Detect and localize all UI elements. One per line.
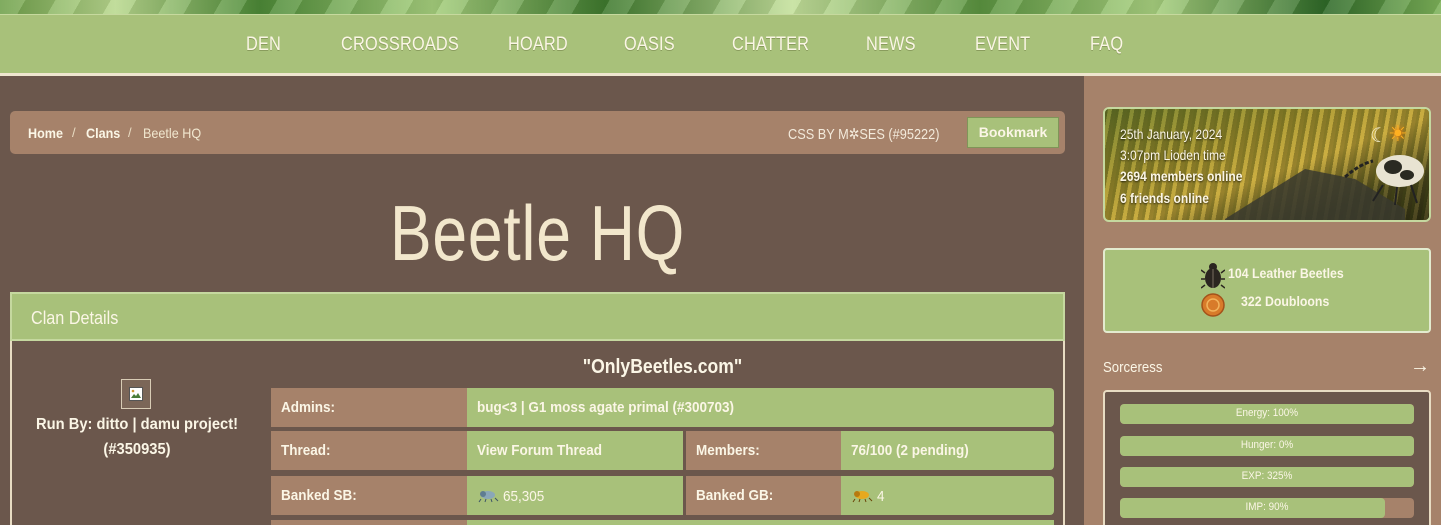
admins-label: Admins:	[271, 388, 467, 427]
nav-oasis[interactable]: OASIS	[624, 34, 675, 56]
banked-sb-value: 65,305	[467, 476, 683, 515]
breadcrumb-current: Beetle HQ	[143, 125, 202, 141]
date-text: 25th January, 2024	[1120, 126, 1223, 142]
main-nav: DEN CROSSROADS HOARD OASIS CHATTER NEWS …	[0, 14, 1441, 76]
exp-bar-label: EXP: 325%	[1241, 470, 1293, 482]
imp-bar-label: IMP: 90%	[1245, 501, 1289, 513]
silver-beetle-icon	[477, 487, 499, 507]
bookmark-button[interactable]: Bookmark	[967, 117, 1059, 148]
css-credit-text: CSS BY M✲SES (#95222)	[788, 126, 940, 143]
table-row-partial	[271, 520, 467, 525]
leather-beetles-count: 104 Leather Beetles	[1228, 265, 1344, 281]
nav-event[interactable]: EVENT	[975, 34, 1030, 56]
forum-thread-link[interactable]: View Forum Thread	[467, 431, 683, 470]
banked-gb-label: Banked GB:	[686, 476, 841, 515]
breadcrumb-separator: /	[72, 125, 76, 140]
clan-details-header: Clan Details	[10, 292, 1065, 341]
nav-faq[interactable]: FAQ	[1090, 34, 1123, 56]
currency-panel: 104 Leather Beetles 322 Doubloons	[1103, 248, 1431, 333]
gold-beetle-icon	[851, 487, 873, 507]
active-lion-name[interactable]: Sorceress	[1103, 359, 1162, 376]
members-label: Members:	[686, 431, 841, 470]
doubloon-icon	[1201, 293, 1225, 322]
breadcrumb: Home / Clans / Beetle HQ CSS BY M✲SES (#…	[10, 111, 1065, 154]
header-banner	[0, 0, 1441, 14]
hunger-bar-label: Hunger: 0%	[1240, 439, 1294, 451]
clan-leader[interactable]: Run By: ditto | damu project! (#350935)	[31, 412, 243, 462]
exp-bar: EXP: 325%	[1120, 467, 1414, 487]
breadcrumb-home[interactable]: Home	[28, 125, 63, 141]
time-text: 3:07pm Lioden time	[1120, 147, 1226, 163]
moon-icon: ☾	[1370, 125, 1388, 147]
banked-gb-value: 4	[841, 476, 1054, 515]
members-value: 76/100 (2 pending)	[841, 431, 1054, 470]
time-widget: ☾ ☀ 25th January, 2024 3:07pm Lioden tim…	[1103, 107, 1431, 222]
sun-icon: ☀	[1388, 121, 1408, 146]
admins-value[interactable]: bug<3 | G1 moss agate primal (#300703)	[467, 388, 1054, 427]
section-title: Clan Details	[31, 308, 119, 328]
friends-online[interactable]: 6 friends online	[1120, 190, 1209, 206]
members-online[interactable]: 2694 members online	[1120, 168, 1242, 184]
nav-news[interactable]: NEWS	[866, 34, 916, 56]
thread-label: Thread:	[271, 431, 467, 470]
hunger-bar: Hunger: 0%	[1120, 436, 1414, 456]
table-row-partial	[467, 520, 1054, 525]
breadcrumb-separator: /	[128, 125, 132, 140]
energy-bar-label: Energy: 100%	[1235, 407, 1299, 419]
nav-crossroads[interactable]: CROSSROADS	[341, 34, 459, 56]
page-title: Beetle HQ	[389, 189, 686, 277]
nav-chatter[interactable]: CHATTER	[732, 34, 809, 56]
banked-sb-label: Banked SB:	[271, 476, 467, 515]
leather-beetle-icon	[1200, 261, 1226, 294]
nav-den[interactable]: DEN	[246, 34, 281, 56]
clan-avatar-broken-image-icon	[121, 379, 151, 409]
imp-bar: IMP: 90%	[1120, 498, 1414, 518]
nav-hoard[interactable]: HOARD	[508, 34, 568, 56]
clan-motto: "OnlyBeetles.com"	[582, 356, 743, 378]
arrow-right-icon[interactable]: →	[1410, 355, 1430, 378]
doubloons-count: 322 Doubloons	[1241, 293, 1330, 309]
breadcrumb-clans[interactable]: Clans	[86, 125, 120, 141]
energy-bar: Energy: 100%	[1120, 404, 1414, 424]
